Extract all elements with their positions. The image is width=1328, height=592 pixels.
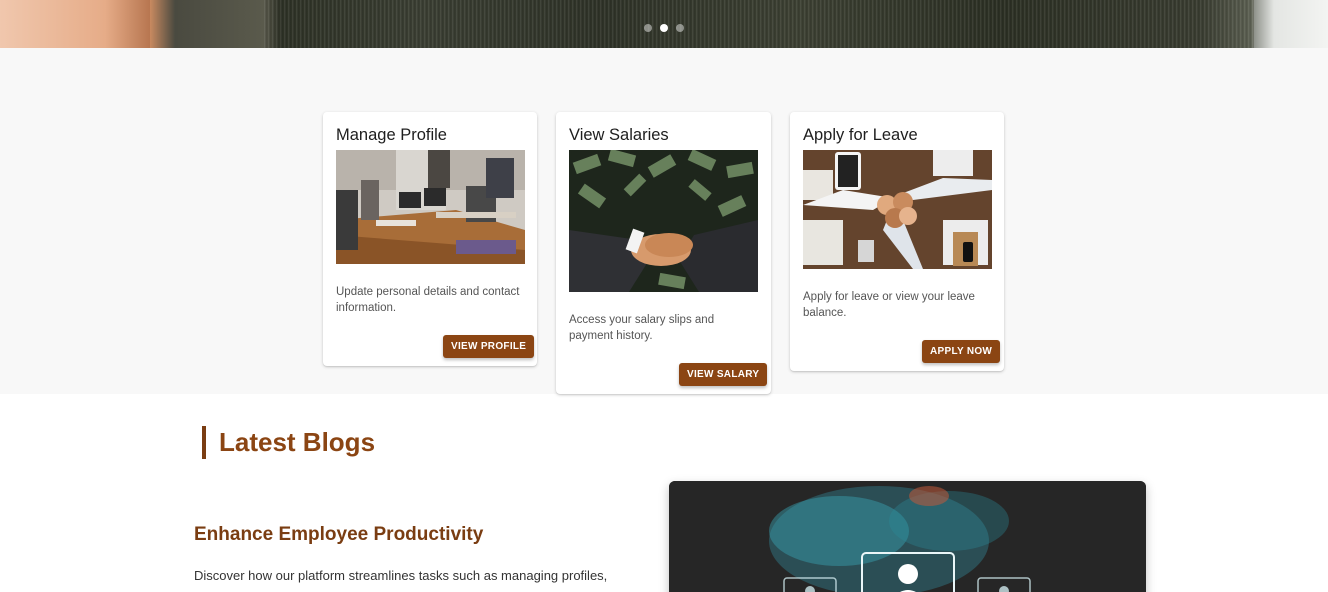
carousel-dot-3[interactable] [676,24,684,32]
carousel-dot-2[interactable] [660,24,668,32]
card-title: View Salaries [569,126,669,144]
services-section: Manage Profile Update personal details a… [0,48,1328,394]
fist-bump-image [803,150,992,269]
card-description: Apply for leave or view your leave balan… [803,291,975,319]
service-card-view-salaries: View Salaries Access your salary slips a… [556,112,771,394]
service-card-apply-leave: Apply for Leave Apply for leave or view … [790,112,1004,371]
hero-carousel [0,0,1328,48]
card-description: Update personal details and contact info… [336,286,520,314]
card-title: Manage Profile [336,126,447,144]
carousel-dot-1[interactable] [644,24,652,32]
card-title: Apply for Leave [803,126,918,144]
team-meeting-image [336,150,525,264]
hero-image-left [0,0,150,48]
handshake-money-image [569,150,758,292]
hero-image-right [1254,0,1328,48]
hero-image [264,0,1264,48]
latest-blogs-heading: Latest Blogs [202,426,375,459]
view-salary-button[interactable]: VIEW SALARY [679,363,768,386]
blog-post-excerpt: Discover how our platform streamlines ta… [194,568,608,583]
apply-now-button[interactable]: APPLY NOW [922,340,1001,363]
blog-post-image[interactable] [669,481,1146,592]
carousel-indicators [644,24,684,32]
card-description: Access your salary slips and payment his… [569,314,715,342]
service-card-manage-profile: Manage Profile Update personal details a… [323,112,537,366]
blog-post-title[interactable]: Enhance Employee Productivity [194,524,483,546]
view-profile-button[interactable]: VIEW PROFILE [443,335,535,358]
